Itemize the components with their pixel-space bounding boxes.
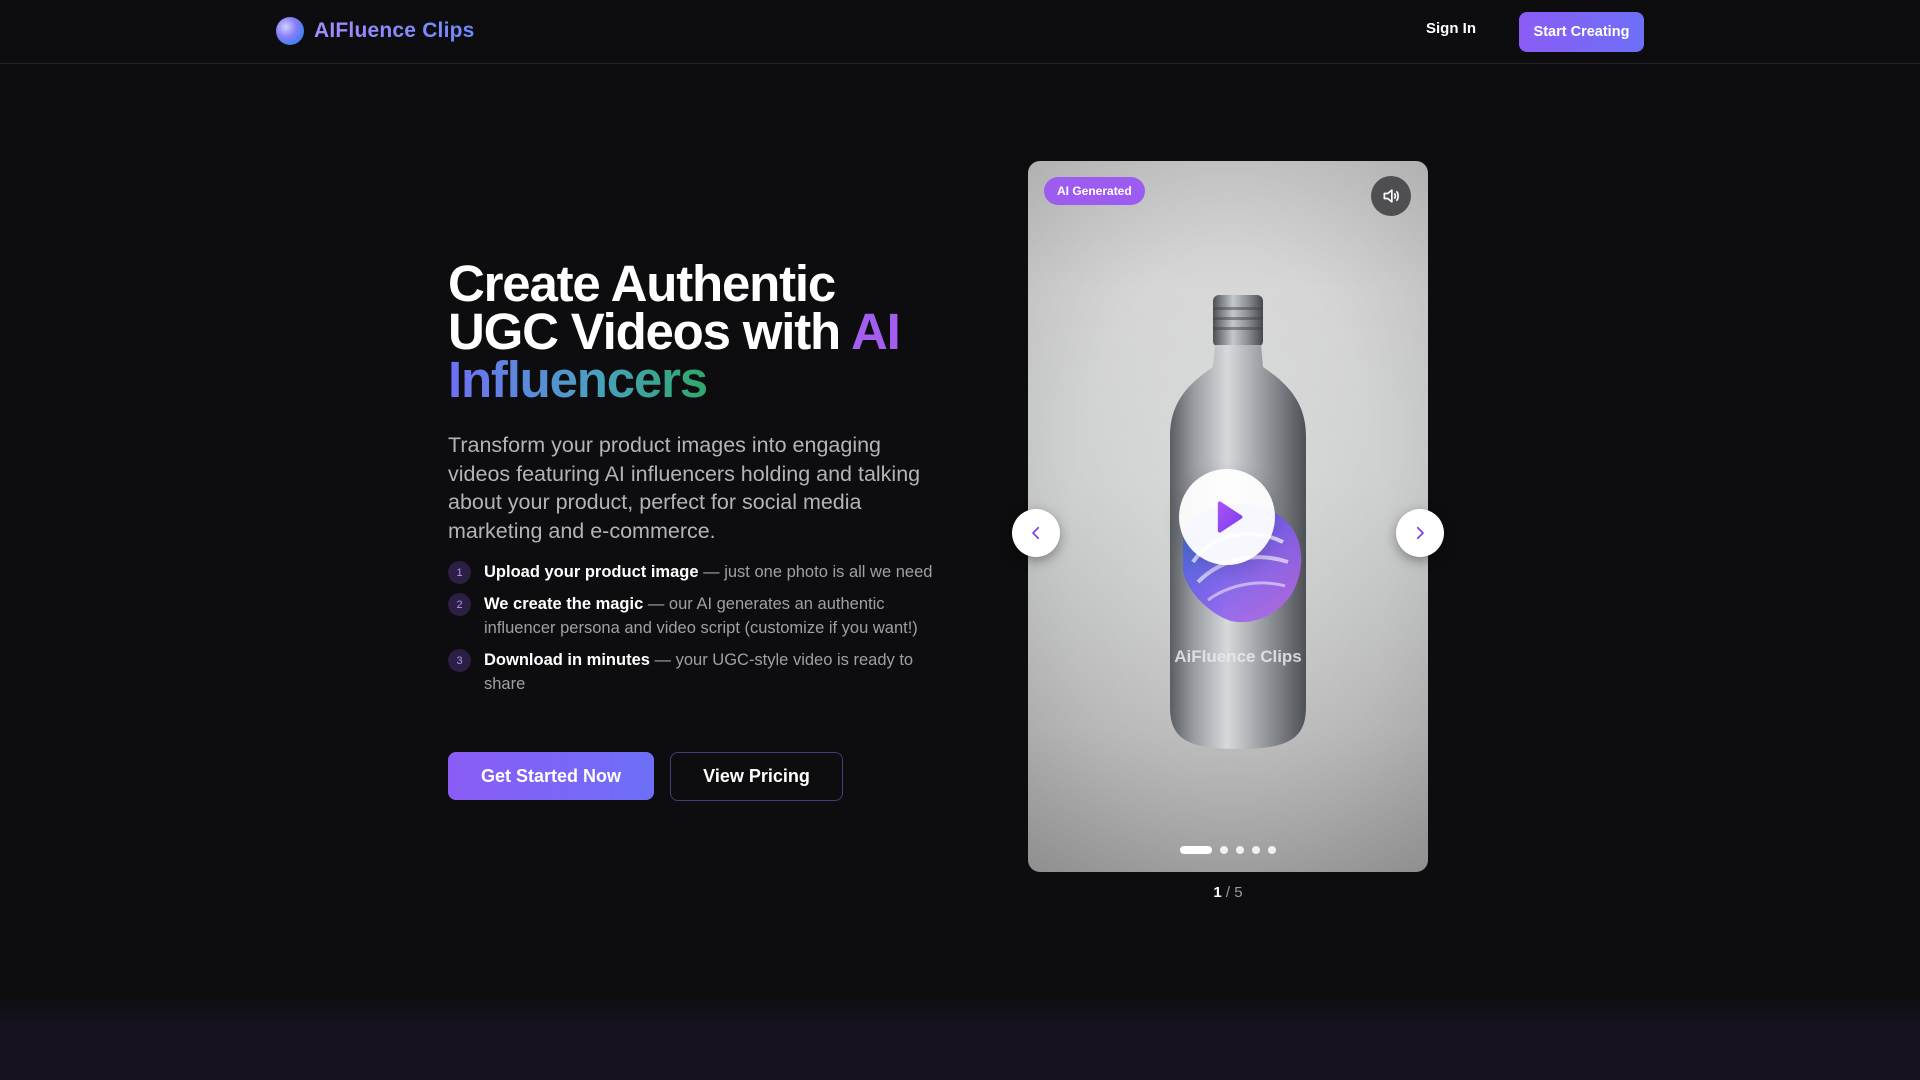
chevron-right-icon: [1416, 526, 1424, 540]
top-nav: AIFluence Clips Sign In Start Creating: [0, 0, 1920, 64]
slide-total: 5: [1234, 884, 1243, 901]
carousel-prev-button[interactable]: [1012, 509, 1060, 557]
carousel-dot[interactable]: [1180, 846, 1212, 854]
sound-toggle-button[interactable]: [1371, 176, 1411, 216]
step-number: 1: [448, 561, 471, 584]
slide-counter: 1 / 5: [1178, 884, 1278, 901]
step-item: 1 Upload your product image — just one p…: [448, 560, 948, 584]
video-carousel[interactable]: AiFluence Clips AI Generated: [1028, 161, 1428, 872]
view-pricing-button[interactable]: View Pricing: [670, 752, 843, 801]
next-section-band: [0, 995, 1920, 1080]
start-creating-button[interactable]: Start Creating: [1519, 12, 1644, 52]
carousel-indicators: [1180, 846, 1276, 854]
carousel-dot[interactable]: [1268, 846, 1276, 854]
carousel-next-button[interactable]: [1396, 509, 1444, 557]
step-number: 2: [448, 593, 471, 616]
carousel-dot[interactable]: [1252, 846, 1260, 854]
hero-title: Create Authentic UGC Videos with AI Infl…: [448, 258, 968, 405]
chevron-left-icon: [1032, 526, 1040, 540]
step-number: 3: [448, 649, 471, 672]
step-title: We create the magic: [484, 595, 644, 613]
get-started-button[interactable]: Get Started Now: [448, 752, 654, 800]
volume-icon: [1383, 189, 1399, 203]
step-item: 2 We create the magic — our AI generates…: [448, 592, 948, 640]
play-button[interactable]: [1179, 469, 1275, 565]
slide-current: 1: [1213, 884, 1222, 901]
step-description: — just one photo is all we need: [698, 563, 933, 581]
brand-logo[interactable]: AIFluence Clips: [276, 17, 475, 45]
bottle-brand-text: AiFluence Clips: [1174, 647, 1302, 666]
hero-subtitle: Transform your product images into engag…: [448, 433, 921, 543]
step-title: Upload your product image: [484, 563, 699, 581]
sign-in-link[interactable]: Sign In: [1426, 20, 1476, 37]
carousel-dot[interactable]: [1220, 846, 1228, 854]
hero-title-accent-influencers: Influencers: [448, 351, 708, 408]
ai-generated-badge: AI Generated: [1044, 177, 1145, 205]
carousel-dot[interactable]: [1236, 846, 1244, 854]
brand-name: AIFluence Clips: [314, 19, 475, 42]
brand-logo-icon: [276, 17, 304, 45]
step-title: Download in minutes: [484, 651, 650, 669]
play-icon: [1217, 501, 1243, 533]
slide-separator: /: [1221, 884, 1235, 901]
step-item: 3 Download in minutes — your UGC-style v…: [448, 648, 948, 696]
steps-list: 1 Upload your product image — just one p…: [448, 560, 948, 704]
hero-title-accent-ai: AI: [851, 303, 901, 360]
